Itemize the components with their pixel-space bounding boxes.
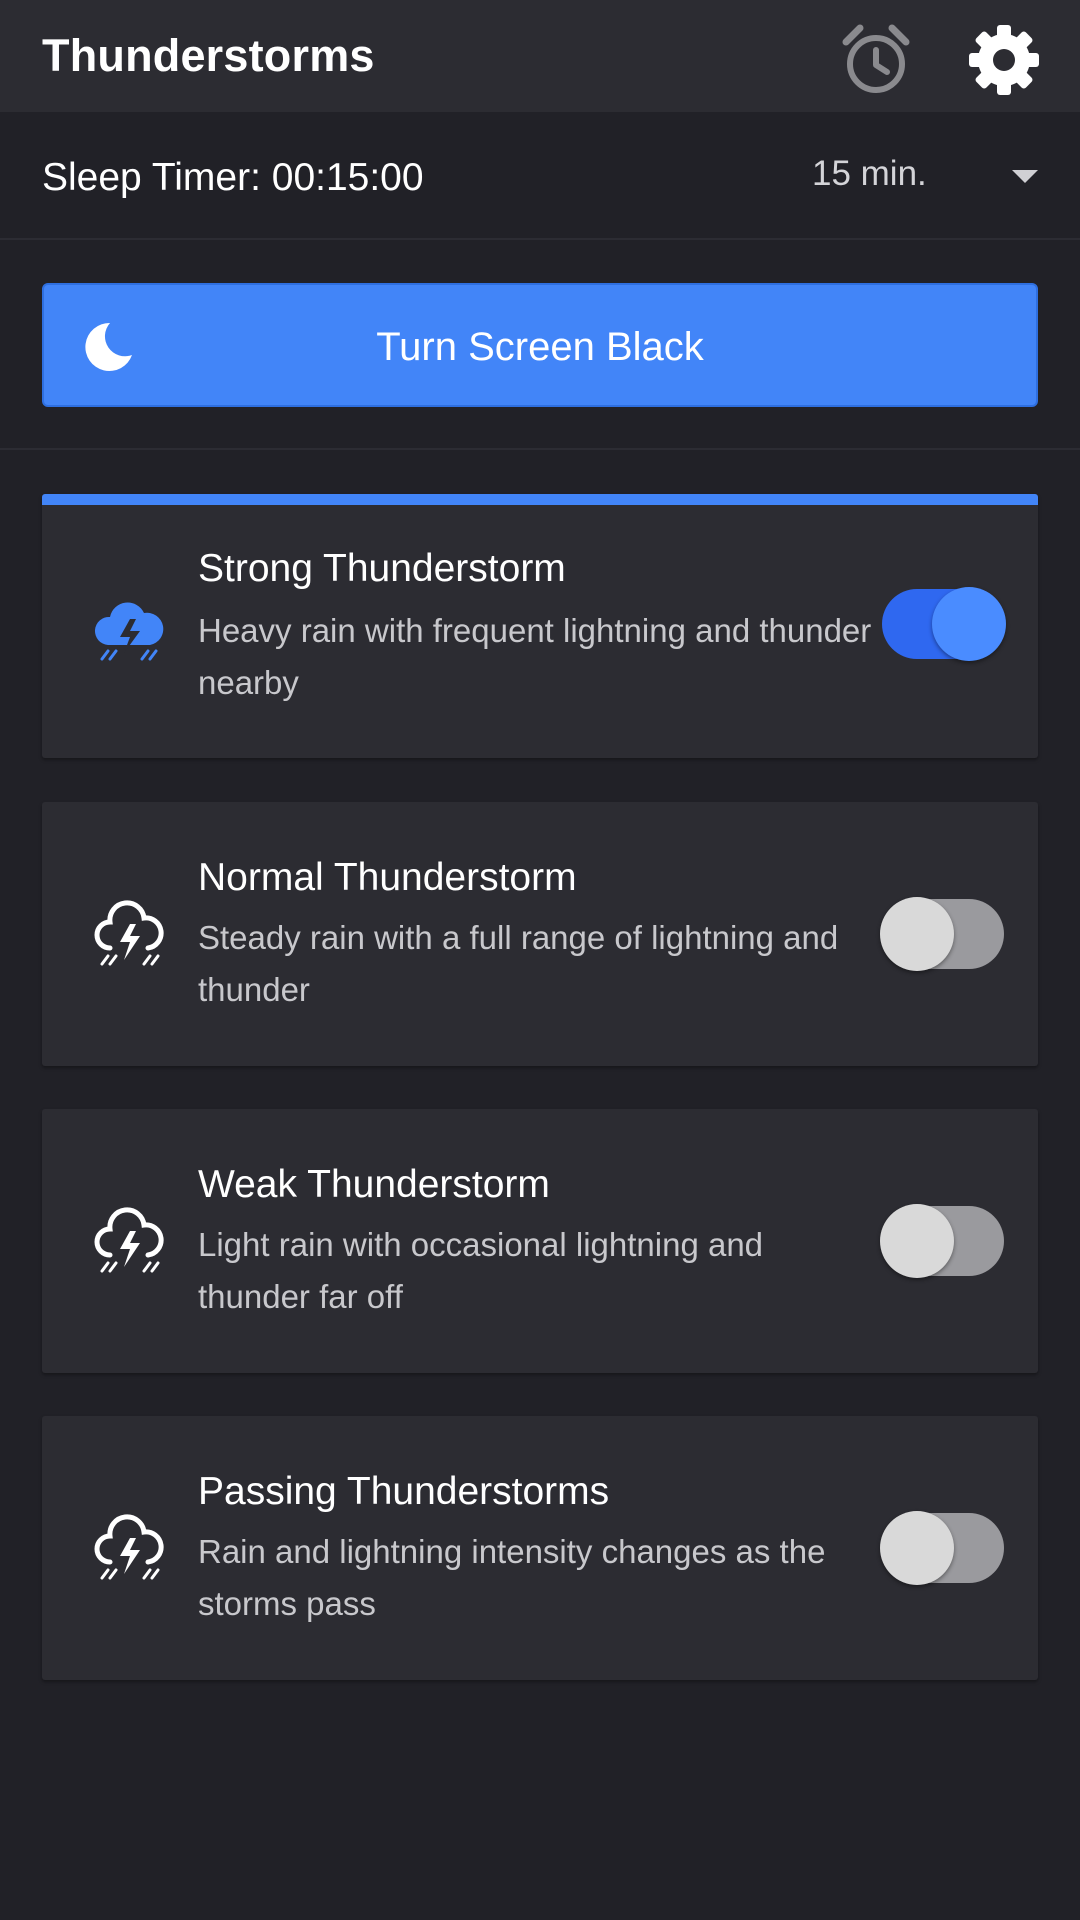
- thunderstorm-cloud-icon: [94, 900, 164, 966]
- sound-description: Light rain with occasional lightning and…: [198, 1226, 764, 1315]
- divider: [0, 448, 1080, 450]
- alarm-clock-icon: [842, 24, 910, 93]
- turn-screen-black-button[interactable]: Turn Screen Black: [42, 283, 1038, 407]
- sound-card-normal-thunderstorm[interactable]: Normal Thunderstorm Steady rain with a f…: [42, 802, 1038, 1066]
- thunderstorm-cloud-icon: [94, 602, 164, 661]
- sleep-timer-label: Sleep Timer: 00:15:00: [42, 156, 424, 199]
- sleep-timer-row: Sleep Timer: 00:15:00 15 min.: [0, 112, 1080, 240]
- sound-card-weak-thunderstorm[interactable]: Weak Thunderstorm Light rain with occasi…: [42, 1109, 1038, 1373]
- settings-button[interactable]: [964, 20, 1044, 100]
- sound-toggle[interactable]: [880, 1204, 1006, 1278]
- toggle-knob: [880, 897, 954, 971]
- thunderstorm-cloud-icon: [94, 1514, 164, 1580]
- sound-toggle[interactable]: [880, 1511, 1006, 1585]
- sound-card-passing-thunderstorms[interactable]: Passing Thunderstorms Rain and lightning…: [42, 1416, 1038, 1680]
- sound-description: Heavy rain with frequent lightning and t…: [198, 612, 872, 701]
- gear-icon: [969, 25, 1039, 95]
- sound-title: Strong Thunderstorm: [198, 547, 566, 590]
- app-title: Thunderstorms: [42, 30, 375, 81]
- app-bar: Thunderstorms: [0, 0, 1080, 112]
- sound-title: Normal Thunderstorm: [198, 856, 577, 899]
- turn-screen-black-label: Turn Screen Black: [376, 325, 704, 369]
- sound-toggle[interactable]: [880, 587, 1006, 661]
- alarm-button[interactable]: [836, 20, 916, 100]
- sound-description: Rain and lightning intensity changes as …: [198, 1533, 826, 1622]
- toggle-knob: [880, 1511, 954, 1585]
- sleep-timer-dropdown[interactable]: 15 min.: [800, 142, 1050, 206]
- sleep-timer-value: 15 min.: [812, 154, 927, 193]
- toggle-knob: [880, 1204, 954, 1278]
- toggle-knob: [932, 587, 1006, 661]
- dropdown-arrow-icon: [1012, 170, 1038, 183]
- thunderstorm-cloud-icon: [94, 1207, 164, 1273]
- sound-title: Passing Thunderstorms: [198, 1470, 610, 1513]
- sound-card-strong-thunderstorm[interactable]: Strong Thunderstorm Heavy rain with freq…: [42, 494, 1038, 758]
- sound-description: Steady rain with a full range of lightni…: [198, 919, 839, 1008]
- sound-title: Weak Thunderstorm: [198, 1163, 550, 1206]
- sound-toggle[interactable]: [880, 897, 1006, 971]
